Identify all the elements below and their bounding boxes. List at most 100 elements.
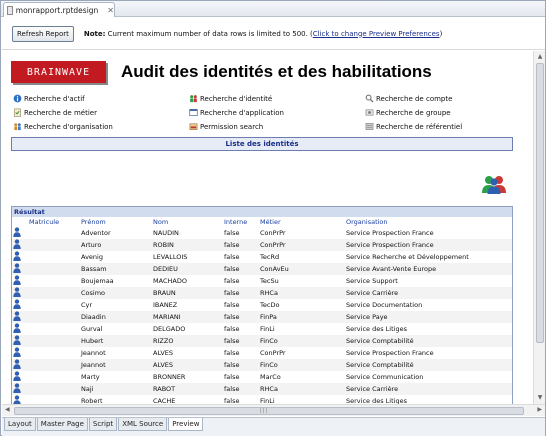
table-row[interactable]: Jeannot ALVES false ConPrPr Service Prospect…	[12, 347, 512, 359]
report-file-icon	[7, 5, 13, 15]
cell-organisation: Service Avant-Vente Europe	[345, 263, 512, 275]
person-icon	[12, 371, 28, 383]
link-recherche-groupe[interactable]: Recherche de groupe	[365, 108, 451, 117]
scroll-left-arrow-icon[interactable]: ◀	[5, 406, 10, 413]
cell-interne: false	[224, 349, 240, 357]
cell-interne: false	[224, 277, 240, 285]
person-icon	[12, 251, 28, 263]
table-row[interactable]: Arturo ROBIN false ConPrPr Service Prospecti…	[12, 239, 512, 251]
person-icon	[12, 347, 28, 359]
table-row[interactable]: Gurval DELGADO false FinLi Service des Litig…	[12, 323, 512, 335]
col-organisation-header: Organisation	[346, 218, 388, 226]
cell-matricule	[28, 251, 80, 263]
col-prenom-header: Prénom	[81, 218, 106, 226]
table-row[interactable]: Boujemaa MACHADO false TecSu Service Support	[12, 275, 512, 287]
editor-tab-title: monrapport.rptdesign	[15, 5, 99, 15]
table-row[interactable]: Jeannot ALVES false FinCo Service Comptabili…	[12, 359, 512, 371]
report-header: BRAINWAVE Audit des identités et des hab…	[11, 56, 513, 88]
table-row[interactable]: Bassam DEDIEU false ConAvEu Service Avant-Ve…	[12, 263, 512, 275]
identity-users-icon	[190, 95, 197, 103]
table-header-row: Matricule Prénom Nom Interne Métier Orga…	[12, 217, 512, 227]
cell-metier: FinLi	[260, 397, 275, 404]
link-recherche-application[interactable]: Recherche d'application	[189, 108, 284, 117]
table-row[interactable]: Cyr IBANEZ false TecDo Service Documentation	[12, 299, 512, 311]
report-page: BRAINWAVE Audit des identités et des hab…	[11, 56, 513, 404]
person-icon	[12, 311, 28, 323]
cell-matricule	[28, 383, 80, 395]
note-text: Current maximum number of data rows is l…	[107, 29, 313, 38]
link-recherche-referentiel[interactable]: Recherche de référentiel	[365, 122, 462, 131]
vertical-scroll-thumb[interactable]	[536, 63, 544, 343]
cell-metier: RHCa	[259, 383, 345, 395]
cell-metier: FinLi	[260, 325, 275, 333]
permission-icon	[189, 123, 198, 130]
cell-organisation: Service Carrière	[345, 383, 512, 395]
cell-organisation: Service Documentation	[346, 301, 423, 309]
cell-interne: false	[224, 325, 240, 333]
col-metier-header: Métier	[260, 218, 281, 226]
table-row[interactable]: Marty BRONNER false MarCo Service Communicat…	[12, 371, 512, 383]
cell-metier: TecRd	[260, 253, 280, 261]
scroll-up-arrow-icon[interactable]: ▲	[536, 53, 544, 61]
tab-script[interactable]: Script	[88, 418, 118, 431]
vertical-scrollbar[interactable]: ▲ ▼	[533, 51, 545, 404]
person-icon	[12, 383, 28, 395]
person-icon	[12, 395, 28, 404]
cell-prenom: Diaadin	[80, 311, 152, 323]
link-recherche-compte[interactable]: Recherche de compte	[365, 94, 452, 103]
cell-nom: ROBIN	[152, 239, 223, 251]
cell-matricule	[28, 359, 80, 371]
tab-layout[interactable]: Layout	[4, 418, 36, 431]
cell-metier: MarCo	[260, 373, 281, 381]
link-recherche-identite[interactable]: Recherche d'identité	[189, 94, 272, 103]
editor-tab-monrapport[interactable]: monrapport.rptdesign ✕	[3, 2, 115, 17]
table-row[interactable]: Avenig LEVALLOIS false TecRd Service Recherc…	[12, 251, 512, 263]
tab-xml-source[interactable]: XML Source	[118, 418, 168, 431]
link-recherche-actif[interactable]: Recherche d'actif	[13, 94, 85, 103]
cell-matricule	[28, 323, 80, 335]
tab-master-page[interactable]: Master Page	[36, 418, 88, 431]
table-body: Adventor NAUDIN false ConPrPr Service Prospe…	[12, 227, 512, 404]
link-recherche-metier[interactable]: Recherche de métier	[13, 108, 97, 117]
cell-metier: TecDo	[260, 301, 280, 309]
tab-preview[interactable]: Preview	[168, 418, 204, 431]
cell-matricule	[28, 227, 80, 239]
report-preview-area: BRAINWAVE Audit des identités et des hab…	[2, 51, 533, 404]
preview-preferences-link[interactable]: Click to change Preview Preferences	[313, 30, 440, 38]
horizontal-scrollbar[interactable]: ◀ ||| ▶	[2, 404, 545, 416]
table-row[interactable]: Cosimo BRAUN false RHCa Service Carrière	[12, 287, 512, 299]
liste-identites-header: Liste des identités	[11, 137, 513, 151]
cell-nom: NAUDIN	[153, 229, 179, 237]
cell-prenom: Adventor	[81, 229, 111, 237]
cell-organisation: Service Carrière	[345, 287, 512, 299]
cell-nom: BRONNER	[153, 373, 186, 381]
refresh-report-button[interactable]: Refresh Report	[12, 25, 74, 42]
horizontal-scroll-thumb[interactable]	[14, 407, 524, 415]
cell-metier: RHCa	[259, 287, 345, 299]
cell-organisation: Service Prospection France	[346, 349, 434, 357]
close-icon[interactable]: ✕	[107, 6, 114, 15]
table-row[interactable]: Diaadin MARIANI false FinPa Service Paye	[12, 311, 512, 323]
scroll-right-arrow-icon[interactable]: ▶	[537, 406, 542, 413]
link-permission-search[interactable]: Permission search	[189, 122, 263, 131]
cell-prenom: Bassam	[80, 263, 152, 275]
identity-users-icon	[482, 176, 506, 194]
cell-interne: false	[224, 373, 240, 381]
cell-interne: false	[224, 397, 240, 404]
table-row[interactable]: Hubert RIZZO false FinCo Service Comptabilit…	[12, 335, 512, 347]
cell-interne: false	[223, 263, 259, 275]
link-label: Recherche de référentiel	[376, 122, 463, 131]
cell-interne: false	[223, 287, 259, 299]
cell-nom: CACHE	[153, 397, 176, 404]
cell-organisation: Service des Litiges	[346, 397, 407, 404]
scroll-down-arrow-icon[interactable]: ▼	[536, 394, 544, 402]
cell-prenom: Arturo	[80, 239, 152, 251]
editor-page-tabs: Layout Master Page Script XML Source Preview	[2, 417, 545, 436]
cell-organisation: Service Comptabilité	[345, 335, 512, 347]
table-row[interactable]: Adventor NAUDIN false ConPrPr Service Prospe…	[12, 227, 512, 239]
link-recherche-organisation[interactable]: Recherche d'organisation	[13, 122, 113, 131]
table-row[interactable]: Naji RABOT false RHCa Service Carrière	[12, 383, 512, 395]
table-row[interactable]: Robert CACHE false FinLi Service des Litiges	[12, 395, 512, 404]
cell-organisation: Service Prospection France	[345, 239, 512, 251]
cell-organisation: Service Prospection France	[346, 229, 434, 237]
